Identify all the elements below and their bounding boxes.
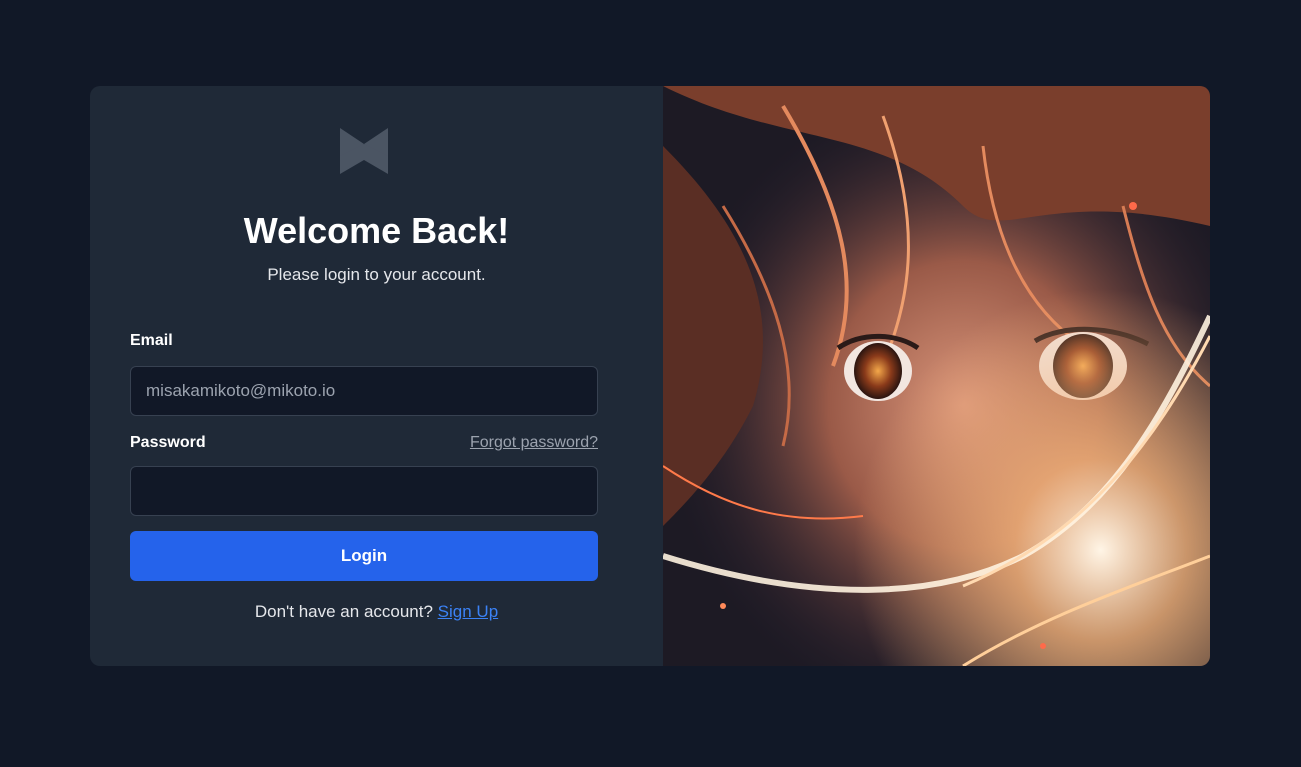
hero-artwork bbox=[663, 86, 1210, 666]
login-button[interactable]: Login bbox=[130, 531, 598, 581]
forgot-password-link[interactable]: Forgot password? bbox=[470, 434, 598, 452]
email-label: Email bbox=[130, 332, 173, 349]
hero-image bbox=[663, 86, 1210, 666]
signup-row: Don't have an account? Sign Up bbox=[90, 602, 663, 622]
password-label: Password bbox=[130, 434, 206, 451]
password-field[interactable] bbox=[130, 466, 598, 516]
signup-link[interactable]: Sign Up bbox=[438, 602, 498, 621]
login-card: Welcome Back! Please login to your accou… bbox=[90, 86, 1210, 666]
brand-logo-icon bbox=[340, 128, 388, 174]
page-title: Welcome Back! bbox=[243, 210, 510, 251]
page-subtitle: Please login to your account. bbox=[267, 265, 486, 284]
signup-prompt: Don't have an account? bbox=[254, 602, 433, 621]
email-field[interactable] bbox=[130, 366, 598, 416]
login-panel: Welcome Back! Please login to your accou… bbox=[90, 86, 663, 666]
